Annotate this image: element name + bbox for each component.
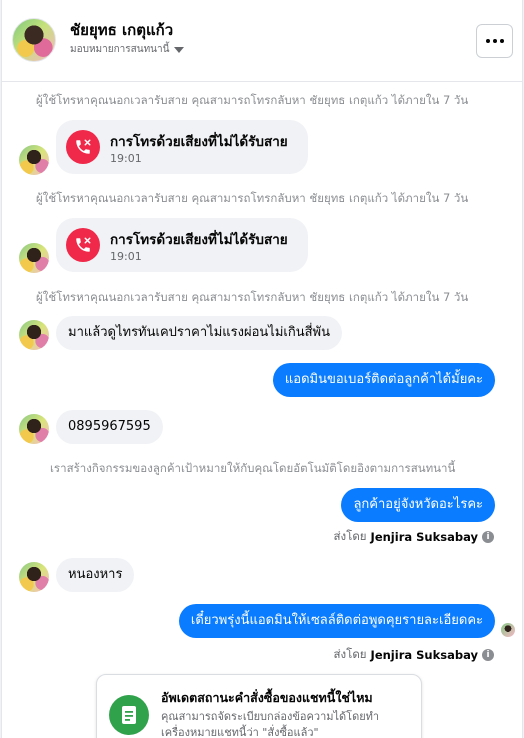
assign-conversation-dropdown[interactable]: มอบหมายการสนทนานี้	[70, 42, 185, 57]
call-title: การโทรด้วยเสียงที่ไม่ได้รับสาย	[110, 232, 288, 248]
call-time: 19:01	[110, 152, 142, 165]
contact-avatar-small	[19, 243, 49, 273]
sent-by-agent: Jenjira Suksabay	[370, 530, 478, 544]
missed-call-bubble[interactable]: การโทรด้วยเสียงที่ไม่ได้รับสาย 19:01	[56, 120, 308, 174]
more-icon-dot	[499, 39, 504, 43]
more-options-button[interactable]	[476, 24, 513, 58]
outgoing-message[interactable]: ลูกค้าอยู่จังหวัดอะไรคะ	[341, 488, 495, 522]
receipt-icon	[109, 695, 149, 735]
incoming-message[interactable]: หนองหาร	[56, 558, 135, 592]
more-icon-dot	[492, 39, 497, 43]
missed-call-bubble[interactable]: การโทรด้วยเสียงที่ไม่ได้รับสาย 19:01	[56, 218, 308, 272]
system-notice: ผู้ใช้โทรหาคุณนอกเวลารับสาย คุณสามารถโทร…	[36, 93, 469, 107]
seen-avatar	[501, 623, 515, 637]
card-text: คุณสามารถจัดระเบียบกล่องข้อความได้โดยทำเ…	[161, 710, 380, 738]
system-notice: ผู้ใช้โทรหาคุณนอกเวลารับสาย คุณสามารถโทร…	[36, 290, 469, 304]
card-title: อัพเดตสถานะคำสั่งซื้อของแชทนี้ใช่ไหม	[161, 690, 373, 705]
outgoing-message[interactable]: แอดมินขอเบอร์ติดต่อลูกค้าได้มั้ยคะ	[272, 363, 495, 397]
system-notice: เราสร้างกิจกรรมของลูกค้าเป้าหมายให้กับคุ…	[50, 461, 456, 475]
info-icon[interactable]: i	[482, 649, 494, 661]
contact-name[interactable]: ชัยยุทธ เกตุแก้ว	[70, 18, 173, 42]
order-status-card[interactable]: อัพเดตสถานะคำสั่งซื้อของแชทนี้ใช่ไหม คุณ…	[96, 674, 422, 738]
contact-avatar-small	[19, 145, 49, 175]
conversation-header: ชัยยุทธ เกตุแก้ว มอบหมายการสนทนานี้	[2, 0, 522, 82]
incoming-message[interactable]: มาแล้วดูไทรทันเคปราคาไม่แรงผ่อนไม่เกินสี…	[56, 316, 342, 350]
outgoing-message[interactable]: เดี๋ยวพรุ่งนี้แอดมินให้เซลล์ติดต่อพูดคุย…	[178, 604, 495, 638]
sent-by-label: ส่งโดย Jenjira Suksabay i	[334, 646, 494, 664]
sent-by-agent: Jenjira Suksabay	[370, 648, 478, 662]
sent-by-label: ส่งโดย Jenjira Suksabay i	[334, 528, 494, 546]
caret-down-icon	[174, 46, 185, 53]
missed-call-icon	[66, 130, 100, 164]
sent-by-prefix: ส่งโดย	[333, 529, 367, 543]
info-icon[interactable]: i	[482, 531, 494, 543]
sent-by-prefix: ส่งโดย	[333, 647, 367, 661]
contact-avatar[interactable]	[12, 18, 56, 62]
contact-avatar-small	[19, 320, 49, 350]
missed-call-icon	[66, 228, 100, 262]
conversation-panel: ชัยยุทธ เกตุแก้ว มอบหมายการสนทนานี้ ผู้ใ…	[1, 0, 523, 738]
incoming-message[interactable]: 0895967595	[56, 410, 163, 444]
contact-avatar-small	[19, 414, 49, 444]
more-icon	[485, 39, 490, 43]
call-title: การโทรด้วยเสียงที่ไม่ได้รับสาย	[110, 134, 288, 150]
assign-label: มอบหมายการสนทนานี้	[70, 44, 170, 55]
system-notice: ผู้ใช้โทรหาคุณนอกเวลารับสาย คุณสามารถโทร…	[36, 191, 469, 205]
call-time: 19:01	[110, 250, 142, 263]
contact-avatar-small	[19, 562, 49, 592]
